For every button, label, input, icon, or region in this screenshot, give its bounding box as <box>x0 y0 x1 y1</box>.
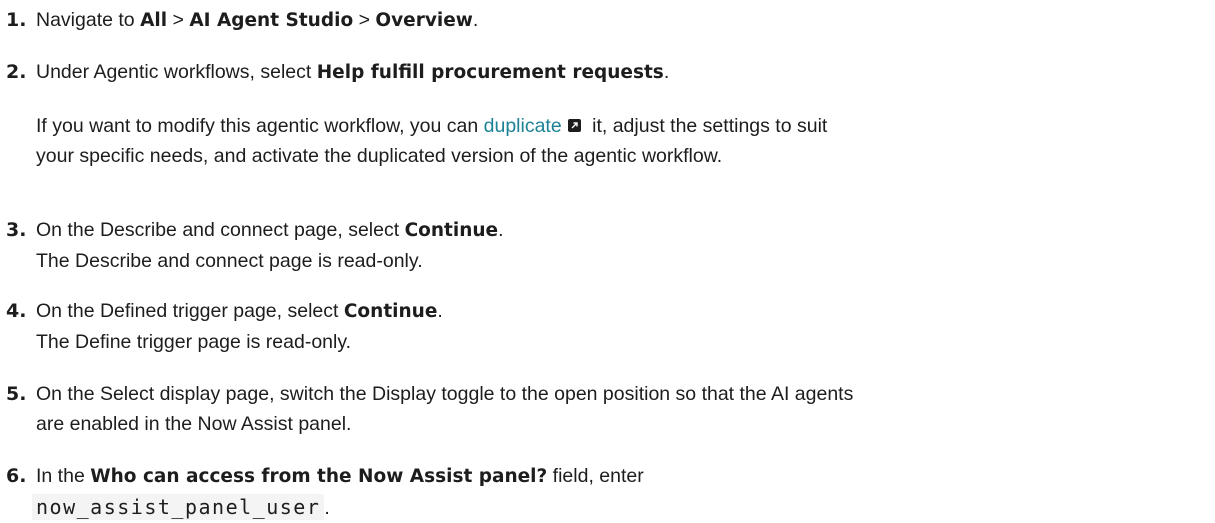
step-text: On the Select display page, switch the D… <box>36 379 1200 439</box>
role-code-value: now_assist_panel_user <box>32 494 325 520</box>
step-number: 4. <box>6 300 27 322</box>
note-text: your specific needs, and activate the du… <box>36 145 723 167</box>
step-text-prefix: On the Describe and connect page, select <box>36 219 405 241</box>
step-text: On the Defined trigger page, select Cont… <box>36 296 1200 357</box>
note-text: If you want to modify this agentic workf… <box>36 115 484 137</box>
step-note: If you want to modify this agentic workf… <box>36 111 1200 171</box>
procedure-steps: 1. Navigate to All > AI Agent Studio > O… <box>0 0 1215 520</box>
step-text-line: are enabled in the Now Assist panel. <box>36 413 352 435</box>
step-text: In the Who can access from the Now Assis… <box>32 461 1200 523</box>
step-text-prefix: On the Defined trigger page, select <box>36 300 344 322</box>
menu-path-overview: Overview <box>375 10 473 31</box>
workflow-name: Help fulfill procurement requests <box>316 62 664 83</box>
step-detail: The Define trigger page is read-only. <box>36 331 352 353</box>
step-detail: The Describe and connect page is read-on… <box>36 250 423 272</box>
menu-path-all: All <box>140 10 168 31</box>
step-number: 2. <box>6 61 27 83</box>
external-link-icon[interactable] <box>567 119 581 132</box>
step-text: On the Describe and connect page, select… <box>36 215 1200 276</box>
path-separator: > <box>167 9 190 31</box>
step-text-suffix: . <box>663 61 670 83</box>
note-text: it, adjust the settings to suit <box>586 115 828 137</box>
step-number: 5. <box>6 383 27 405</box>
continue-label: Continue <box>343 301 438 322</box>
step-text-suffix: field, enter <box>547 465 644 487</box>
step-text: Under Agentic workflows, select Help ful… <box>36 57 1200 88</box>
duplicate-link[interactable]: duplicate <box>484 115 562 137</box>
step-number: 3. <box>6 219 27 241</box>
menu-path-ai-agent-studio: AI Agent Studio <box>189 10 354 31</box>
path-separator: > <box>353 9 376 31</box>
continue-label: Continue <box>404 220 499 241</box>
step-number: 1. <box>6 9 27 31</box>
step-text-suffix: . <box>437 300 443 322</box>
step-text-suffix: . <box>324 497 330 519</box>
field-name: Who can access from the Now Assist panel… <box>90 466 548 487</box>
step-text-prefix: Navigate to <box>36 9 141 31</box>
step-text: Navigate to All > AI Agent Studio > Over… <box>36 5 1200 36</box>
step-text-line: On the Select display page, switch the D… <box>36 383 854 405</box>
step-text-prefix: In the <box>36 465 91 487</box>
step-text-prefix: Under Agentic workflows, select <box>36 61 317 83</box>
step-text-suffix: . <box>472 9 479 31</box>
step-text-suffix: . <box>498 219 504 241</box>
step-number: 6. <box>6 465 27 487</box>
